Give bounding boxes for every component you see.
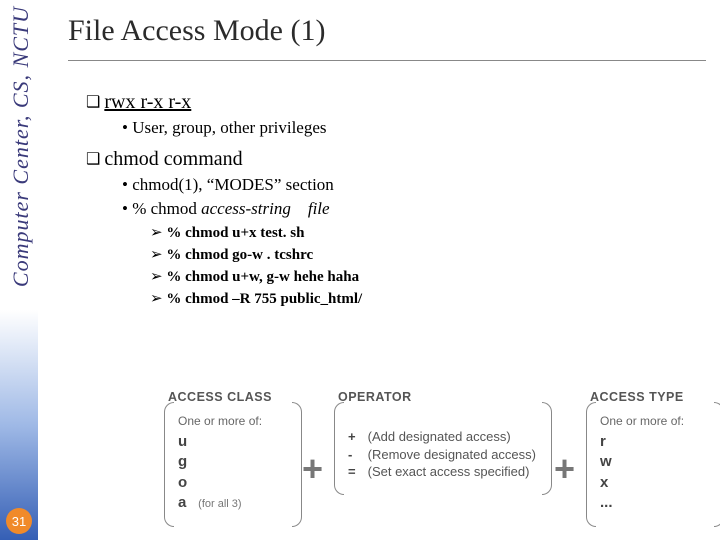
usage-arg2: file [308,199,330,218]
col1-sub: One or more of: [178,414,288,428]
sym-ellipsis: ... [600,493,616,513]
modes-word: MODES [214,175,274,194]
op-equals-desc: (Set exact access specified) [368,464,530,479]
example-1: % chmod u+x test. sh [150,223,706,242]
usage-prefix: % chmod [132,199,201,218]
usage-arg1: access-string [201,199,291,218]
sym-o: o [178,473,194,493]
content-area: File Access Mode (1) rwx r-x r-x User, g… [68,8,706,530]
example-3: % chmod u+w, g-w hehe haha [150,267,706,286]
brace-icon [542,402,552,495]
col1-label: ACCESS CLASS [168,390,298,404]
diagram-col-access-class: ACCESS CLASS One or more of: u g o a (fo… [168,390,298,519]
top-list: rwx r-x r-x User, group, other privilege… [68,91,706,308]
col2-label: OPERATOR [338,390,548,404]
brace-icon [334,402,344,495]
chmod-title: chmod command [104,148,242,170]
modes-tail: section [281,175,333,194]
sym-x: x [600,473,616,493]
sym-g: g [178,452,194,472]
plus-icon: + [554,448,575,490]
brace-icon [292,402,302,527]
chmod-man: chmod(1), [132,175,202,194]
brace-icon [714,402,720,527]
brace-icon [586,402,596,527]
sym-r: r [600,432,616,452]
col3-sub: One or more of: [600,414,710,428]
chmod-diagram: ACCESS CLASS One or more of: u g o a (fo… [168,390,720,530]
chmod-man-line: chmod(1), “MODES” section [122,175,706,195]
op-equals: = [348,463,364,481]
page-number-badge: 31 [6,508,32,534]
perm-string: rwx r-x r-x [104,91,191,113]
chmod-bullet: chmod command chmod(1), “MODES” section … [86,148,706,308]
diagram-col-operator: OPERATOR + (Add designated access) - (Re… [338,390,548,487]
page-title: File Access Mode (1) [68,14,706,48]
chmod-usage-line: % chmod access-string file % chmod u+x t… [122,199,706,308]
perm-sub: User, group, other privileges [122,118,706,138]
brace-icon [164,402,174,527]
diagram-col-access-type: ACCESS TYPE One or more of: r w x ... [590,390,720,519]
sym-a-note: (for all 3) [198,498,241,510]
example-4: % chmod –R 755 public_html/ [150,289,706,308]
perm-bullet: rwx r-x r-x User, group, other privilege… [86,91,706,138]
sidebar-gradient [0,310,38,540]
op-plus-desc: (Add designated access) [368,429,511,444]
sidebar-label: Computer Center, CS, NCTU [8,6,34,287]
op-plus: + [348,428,364,446]
col3-label: ACCESS TYPE [590,390,720,404]
example-2: % chmod go-w . tcshrc [150,245,706,264]
plus-icon: + [302,448,323,490]
title-rule [68,60,706,61]
slide: Computer Center, CS, NCTU 31 File Access… [0,0,720,540]
op-minus-desc: (Remove designated access) [368,447,536,462]
sym-w: w [600,452,616,472]
op-minus: - [348,446,364,464]
sym-a: a [178,493,194,513]
sym-u: u [178,432,194,452]
